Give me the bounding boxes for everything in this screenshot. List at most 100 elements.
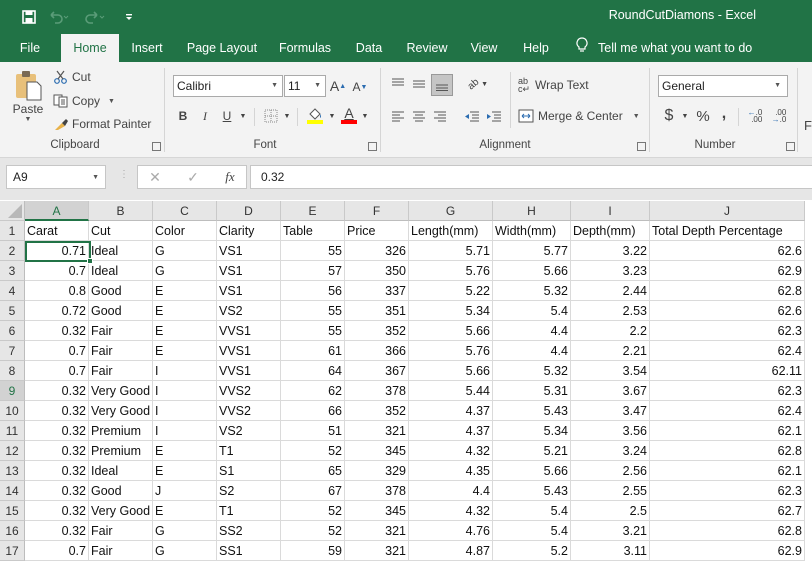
table-cell[interactable]: 62.9: [650, 541, 805, 561]
table-cell[interactable]: 0.32: [25, 461, 89, 481]
borders-icon[interactable]: [262, 106, 280, 126]
decrease-font-size-icon[interactable]: A ▼: [352, 78, 368, 96]
tab-home[interactable]: Home: [61, 34, 119, 62]
column-header-i[interactable]: I: [571, 201, 650, 221]
table-cell[interactable]: Fair: [89, 361, 153, 381]
table-cell[interactable]: 0.7: [25, 361, 89, 381]
font-size-combo[interactable]: 11 ▼: [284, 75, 326, 97]
table-cell[interactable]: 5.77: [493, 241, 571, 261]
table-cell[interactable]: 4.37: [409, 421, 493, 441]
underline-dropdown-icon[interactable]: ▼: [238, 106, 248, 126]
table-cell[interactable]: 4.4: [493, 321, 571, 341]
table-cell[interactable]: VVS1: [217, 341, 281, 361]
column-header-b[interactable]: B: [89, 201, 153, 221]
row-header-11[interactable]: 11: [0, 421, 25, 441]
table-cell[interactable]: VVS2: [217, 401, 281, 421]
table-cell[interactable]: 0.71: [25, 241, 89, 261]
row-header-13[interactable]: 13: [0, 461, 25, 481]
table-cell[interactable]: 2.53: [571, 301, 650, 321]
table-cell[interactable]: Very Good: [89, 381, 153, 401]
table-cell[interactable]: 5.66: [493, 461, 571, 481]
number-format-combo[interactable]: General ▼: [658, 75, 788, 97]
row-header-10[interactable]: 10: [0, 401, 25, 421]
table-cell[interactable]: 0.7: [25, 261, 89, 281]
table-cell[interactable]: VS1: [217, 261, 281, 281]
table-cell[interactable]: 3.56: [571, 421, 650, 441]
table-cell[interactable]: 378: [345, 381, 409, 401]
table-cell[interactable]: 5.76: [409, 341, 493, 361]
table-cell[interactable]: 4.32: [409, 441, 493, 461]
row-header-1[interactable]: 1: [0, 221, 25, 241]
table-cell[interactable]: 59: [281, 541, 345, 561]
table-cell[interactable]: Ideal: [89, 241, 153, 261]
tab-help[interactable]: Help: [518, 34, 554, 62]
table-cell[interactable]: 51: [281, 421, 345, 441]
table-cell[interactable]: 5.32: [493, 361, 571, 381]
table-cell[interactable]: I: [153, 381, 217, 401]
align-left-icon[interactable]: [389, 106, 407, 126]
table-cell[interactable]: 3.24: [571, 441, 650, 461]
table-cell[interactable]: 55: [281, 301, 345, 321]
increase-decimal-icon[interactable]: ←.0.00: [746, 106, 764, 126]
table-cell[interactable]: I: [153, 421, 217, 441]
table-cell[interactable]: Premium: [89, 421, 153, 441]
merge-dropdown-icon[interactable]: ▼: [633, 113, 640, 120]
header-cell[interactable]: Length(mm): [409, 221, 493, 241]
header-cell[interactable]: Price: [345, 221, 409, 241]
table-cell[interactable]: 5.66: [409, 321, 493, 341]
table-cell[interactable]: 5.34: [493, 421, 571, 441]
row-header-9[interactable]: 9: [0, 381, 25, 401]
table-cell[interactable]: 52: [281, 501, 345, 521]
table-cell[interactable]: 345: [345, 501, 409, 521]
table-cell[interactable]: 5.21: [493, 441, 571, 461]
tab-file[interactable]: File: [10, 34, 50, 62]
table-cell[interactable]: E: [153, 321, 217, 341]
table-cell[interactable]: SS2: [217, 521, 281, 541]
table-cell[interactable]: E: [153, 281, 217, 301]
table-cell[interactable]: VVS1: [217, 361, 281, 381]
borders-dropdown-icon[interactable]: ▼: [282, 106, 292, 126]
confirm-entry-icon[interactable]: ✓: [184, 168, 202, 186]
table-cell[interactable]: 5.34: [409, 301, 493, 321]
decrease-decimal-icon[interactable]: .00 →.0: [770, 106, 788, 126]
formula-bar-grip-icon[interactable]: ⋮: [119, 169, 129, 180]
table-cell[interactable]: G: [153, 261, 217, 281]
table-cell[interactable]: 55: [281, 241, 345, 261]
table-cell[interactable]: 57: [281, 261, 345, 281]
table-cell[interactable]: 0.32: [25, 421, 89, 441]
column-header-g[interactable]: G: [409, 201, 493, 221]
align-right-icon[interactable]: [431, 106, 449, 126]
table-cell[interactable]: 0.8: [25, 281, 89, 301]
table-cell[interactable]: Fair: [89, 321, 153, 341]
table-cell[interactable]: VS1: [217, 241, 281, 261]
table-cell[interactable]: 5.32: [493, 281, 571, 301]
header-cell[interactable]: Clarity: [217, 221, 281, 241]
table-cell[interactable]: S2: [217, 481, 281, 501]
table-cell[interactable]: 0.7: [25, 541, 89, 561]
table-cell[interactable]: VVS2: [217, 381, 281, 401]
table-cell[interactable]: 0.32: [25, 501, 89, 521]
table-cell[interactable]: 62.8: [650, 281, 805, 301]
cut-button[interactable]: Cut: [53, 68, 91, 86]
table-cell[interactable]: 62: [281, 381, 345, 401]
table-cell[interactable]: 329: [345, 461, 409, 481]
table-cell[interactable]: 350: [345, 261, 409, 281]
number-dialog-launcher-icon[interactable]: [786, 142, 795, 151]
table-cell[interactable]: VS1: [217, 281, 281, 301]
table-cell[interactable]: G: [153, 241, 217, 261]
table-cell[interactable]: 5.66: [409, 361, 493, 381]
table-cell[interactable]: Ideal: [89, 461, 153, 481]
tab-insert[interactable]: Insert: [124, 34, 170, 62]
table-cell[interactable]: 52: [281, 521, 345, 541]
table-cell[interactable]: 345: [345, 441, 409, 461]
table-cell[interactable]: 351: [345, 301, 409, 321]
column-header-d[interactable]: D: [217, 201, 281, 221]
cancel-entry-icon[interactable]: ✕: [146, 168, 164, 186]
percent-button[interactable]: %: [694, 106, 712, 126]
row-header-12[interactable]: 12: [0, 441, 25, 461]
table-cell[interactable]: 4.37: [409, 401, 493, 421]
table-cell[interactable]: 0.32: [25, 441, 89, 461]
row-header-5[interactable]: 5: [0, 301, 25, 321]
row-header-17[interactable]: 17: [0, 541, 25, 561]
table-cell[interactable]: 321: [345, 541, 409, 561]
